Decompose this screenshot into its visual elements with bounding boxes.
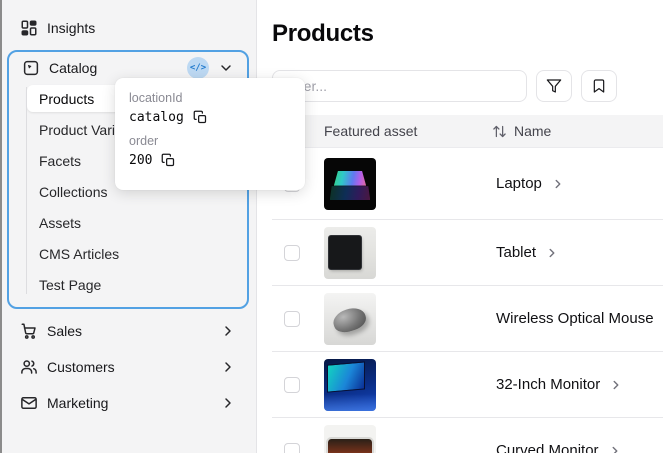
product-name: Curved Monitor bbox=[496, 442, 599, 453]
table-row[interactable]: 32-Inch Monitor bbox=[272, 352, 663, 418]
sidebar-item-test-page[interactable]: Test Page bbox=[27, 271, 243, 298]
row-checkbox[interactable] bbox=[284, 376, 300, 393]
monitor-photo bbox=[324, 358, 376, 411]
column-header-name: Name bbox=[514, 123, 552, 139]
filter-funnel-icon bbox=[546, 79, 562, 93]
sidebar-item-label: Insights bbox=[47, 20, 96, 36]
chevron-down-icon bbox=[221, 65, 231, 71]
tooltip-field-value: 200 bbox=[129, 153, 153, 168]
product-name: 32-Inch Monitor bbox=[496, 376, 601, 393]
product-name: Tablet bbox=[496, 244, 537, 261]
table-row[interactable]: Wireless Optical Mouse bbox=[272, 286, 663, 352]
main-content: Products Featured asset bbox=[257, 0, 663, 453]
filter-input[interactable] bbox=[272, 70, 527, 102]
sort-arrows-icon[interactable] bbox=[492, 124, 507, 139]
sidebar-item-insights[interactable]: Insights bbox=[8, 14, 248, 42]
laptop-photo bbox=[324, 157, 376, 210]
sub-item-label: Test Page bbox=[39, 276, 102, 293]
dev-mode-tooltip: locationId catalog order 200 bbox=[115, 78, 305, 190]
sidebar-item-assets[interactable]: Assets bbox=[27, 209, 243, 236]
tooltip-field-label: locationId bbox=[129, 91, 183, 105]
product-name-link[interactable]: Wireless Optical Mouse bbox=[492, 310, 663, 327]
dev-mode-badge[interactable]: </> bbox=[187, 57, 209, 79]
tablet-photo bbox=[324, 226, 376, 279]
product-name-link[interactable]: Laptop bbox=[492, 175, 565, 192]
sub-item-label: CMS Articles bbox=[39, 245, 120, 262]
mouse-photo bbox=[324, 292, 376, 345]
cart-icon bbox=[21, 323, 36, 339]
chevron-right-icon bbox=[549, 248, 555, 257]
chevron-right-icon bbox=[555, 179, 561, 188]
sidebar-item-marketing[interactable]: Marketing bbox=[8, 389, 248, 417]
chevron-right-icon bbox=[225, 362, 231, 372]
app-window: Insights Catalog </> Products Product Va… bbox=[0, 0, 663, 453]
catalog-icon bbox=[23, 60, 39, 76]
chevron-right-icon bbox=[613, 380, 619, 389]
tooltip-field-value: catalog bbox=[129, 110, 184, 125]
curved-monitor-photo bbox=[324, 424, 376, 453]
copy-button[interactable] bbox=[161, 153, 176, 168]
product-name: Wireless Optical Mouse bbox=[496, 310, 654, 327]
sidebar-item-label: Marketing bbox=[47, 395, 109, 411]
sidebar-item-customers[interactable]: Customers bbox=[8, 353, 248, 381]
sub-item-label: Products bbox=[39, 90, 95, 107]
sidebar-item-label: Catalog bbox=[49, 60, 98, 76]
sidebar-item-sales[interactable]: Sales bbox=[8, 317, 248, 345]
chevron-right-icon bbox=[225, 326, 231, 336]
sub-item-label: Facets bbox=[39, 152, 82, 169]
product-name: Laptop bbox=[496, 175, 542, 192]
mail-icon bbox=[21, 397, 37, 409]
copy-icon bbox=[162, 153, 175, 167]
bookmark-button[interactable] bbox=[581, 70, 617, 102]
table-row[interactable]: Laptop bbox=[272, 148, 663, 220]
copy-button[interactable] bbox=[193, 110, 208, 125]
dashboard-icon bbox=[21, 20, 37, 36]
product-name-link[interactable]: Curved Monitor bbox=[492, 442, 622, 453]
sidebar: Insights Catalog </> Products Product Va… bbox=[0, 0, 257, 453]
table-row[interactable]: Curved Monitor bbox=[272, 418, 663, 453]
row-checkbox[interactable] bbox=[284, 442, 300, 453]
sidebar-item-cms-articles[interactable]: CMS Articles bbox=[27, 240, 243, 267]
tooltip-field-label: order bbox=[129, 134, 159, 148]
chevron-right-icon bbox=[612, 446, 617, 453]
toolbar bbox=[272, 70, 663, 102]
sub-item-label: Assets bbox=[39, 214, 82, 231]
sidebar-item-label: Sales bbox=[47, 323, 83, 339]
table-row[interactable]: Tablet bbox=[272, 220, 663, 286]
product-name-link[interactable]: 32-Inch Monitor bbox=[492, 376, 623, 393]
table-header-row: Featured asset Name bbox=[272, 115, 663, 148]
products-table: Featured asset Name Laptop Tablet Wirele… bbox=[272, 115, 663, 453]
row-checkbox[interactable] bbox=[284, 244, 300, 261]
tree-indent-guide bbox=[26, 87, 27, 294]
row-checkbox[interactable] bbox=[284, 310, 300, 327]
users-icon bbox=[21, 360, 37, 374]
page-title: Products bbox=[272, 20, 374, 47]
copy-icon bbox=[193, 110, 206, 124]
bookmark-icon bbox=[593, 79, 605, 93]
sidebar-item-label: Customers bbox=[47, 359, 115, 375]
window-edge bbox=[0, 0, 2, 453]
sub-item-label: Collections bbox=[39, 183, 108, 200]
column-header-featured-asset: Featured asset bbox=[324, 123, 418, 139]
filter-button[interactable] bbox=[536, 70, 572, 102]
product-name-link[interactable]: Tablet bbox=[492, 244, 559, 261]
chevron-right-icon bbox=[225, 398, 231, 408]
